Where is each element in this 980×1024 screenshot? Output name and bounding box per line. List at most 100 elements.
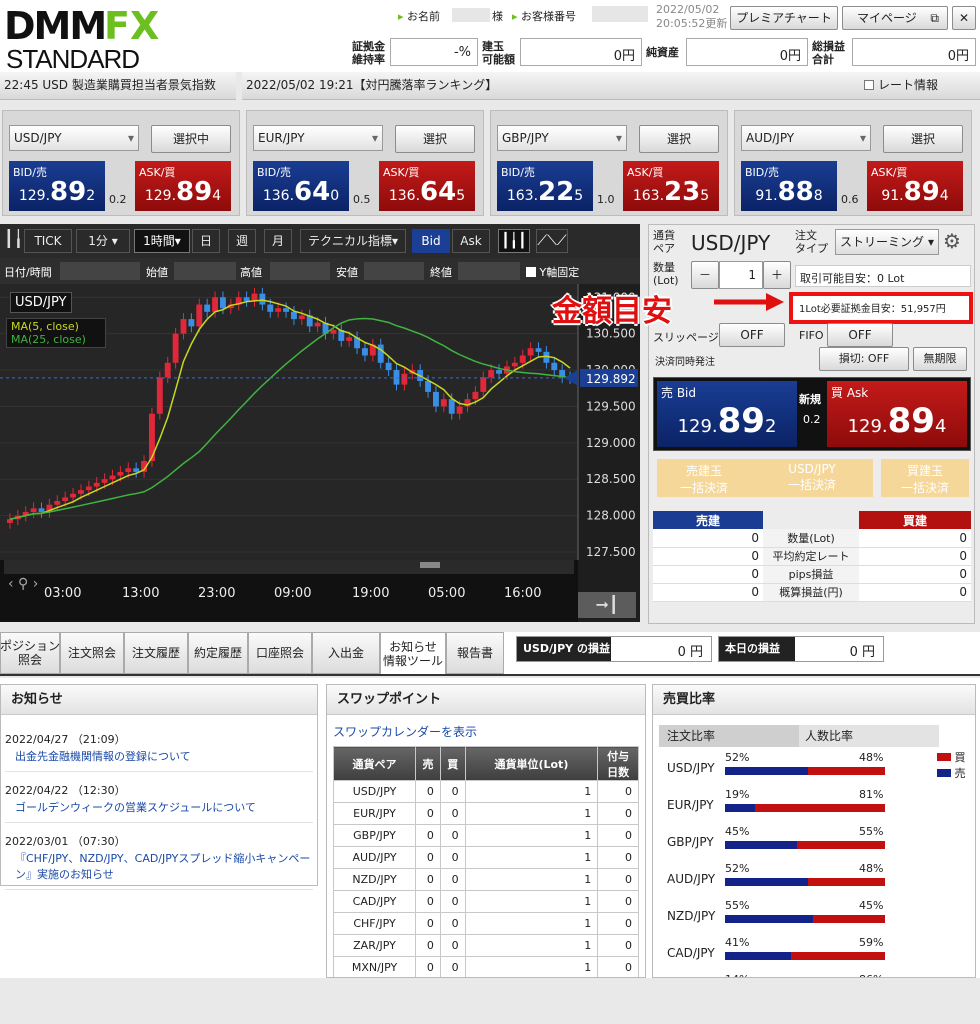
buy-ask-button[interactable]: 買 Ask 129.894	[827, 381, 967, 447]
minute-select[interactable]: 1分 ▾	[76, 229, 130, 253]
pair-bid-button[interactable]: BID/売 136.640	[253, 161, 349, 211]
week-button[interactable]: 週	[228, 229, 256, 253]
tab-item[interactable]: 注文照会	[60, 632, 124, 674]
pl-value: 0円	[852, 38, 976, 66]
pair-select[interactable]: GBP/JPY ▾	[497, 125, 627, 151]
logo-dmm: DMM	[4, 4, 107, 48]
swap-cell: 0	[597, 956, 639, 977]
swap-header: 通貨ペア	[332, 746, 417, 781]
news-ticker[interactable]: 22:45 USD 製造業購買担当者景気指数	[0, 72, 236, 100]
pair-bid-button[interactable]: BID/売 91.888	[741, 161, 837, 211]
mypage-button[interactable]: マイページ ⧉	[842, 6, 948, 30]
new-label: 新規	[799, 393, 821, 406]
swap-calendar-link[interactable]: スワップカレンダーを表示	[333, 723, 645, 740]
pair-select[interactable]: USD/JPY ▾	[9, 125, 139, 151]
scroll-end-button[interactable]: ➞┃	[578, 592, 636, 618]
tab-item[interactable]: 注文履歴	[124, 632, 188, 674]
notice-link[interactable]: ゴールデンウィークの営業スケジュールについて	[5, 798, 313, 816]
swap-cell: 1	[464, 868, 599, 891]
swap-cell: 1	[464, 802, 599, 825]
tick-button[interactable]: TICK	[24, 229, 72, 253]
open-label: 始値	[146, 266, 168, 279]
candle	[251, 293, 258, 301]
swap-cell: 0	[439, 824, 466, 847]
notice-link[interactable]: 出金先金融機関情報の登録について	[5, 747, 313, 765]
rate-info-toggle[interactable]: レート情報	[864, 72, 938, 98]
tab-item[interactable]: 口座照会	[248, 632, 312, 674]
day-button[interactable]: 日	[192, 229, 220, 253]
chart-legend: MA(5, close) MA(25, close)	[6, 318, 106, 348]
pair-ask-button[interactable]: ASK/買 136.645	[379, 161, 475, 211]
qty-minus-button[interactable]: －	[691, 261, 719, 289]
candle	[433, 391, 439, 407]
pair-select-button[interactable]: 選択	[395, 125, 475, 153]
tab-item[interactable]: 報告書	[446, 632, 504, 674]
candle	[448, 399, 455, 414]
fifo-toggle[interactable]: OFF	[827, 323, 893, 347]
hour-select[interactable]: 1時間▾	[134, 229, 190, 253]
tab-people-ratio[interactable]: 人数比率	[799, 725, 939, 747]
slippage-toggle[interactable]: OFF	[719, 323, 785, 347]
swap-row: AUD/JPY 0 0 1 0	[332, 846, 639, 869]
candle-icon[interactable]: ┃╽	[4, 229, 23, 248]
pair-bid-button[interactable]: BID/売 163.225	[497, 161, 593, 211]
close-sell-button[interactable]: 売建玉 一括決済	[657, 459, 751, 497]
candle	[527, 348, 534, 356]
tab-item[interactable]: 約定履歴	[188, 632, 248, 674]
close-buy-button[interactable]: 買建玉 一括決済	[881, 459, 969, 497]
pair-ask-button[interactable]: ASK/買 91.894	[867, 161, 963, 211]
pair-spread: 0.5	[353, 193, 371, 206]
y-tick-label: 128.000	[586, 509, 636, 523]
candle	[212, 297, 218, 312]
unlimited-button[interactable]: 無期限	[913, 347, 967, 371]
news-headline[interactable]: 2022/05/02 19:21【対円騰落率ランキング】 レート情報	[242, 72, 980, 100]
pair-select-button[interactable]: 選択	[639, 125, 719, 153]
tab-item[interactable]: ポジション 照会	[0, 632, 60, 674]
notice-link[interactable]: 『CHF/JPY、NZD/JPY、CAD/JPYスプレッド縮小キャンペーン』実施…	[5, 849, 313, 883]
current-price-label: 129.892	[586, 372, 636, 386]
swap-header: 通貨単位(Lot)	[464, 746, 599, 781]
candle-chart-button[interactable]: ┃╽┃	[498, 229, 530, 253]
today-pl-label: 本日の損益	[719, 637, 795, 661]
sell-bid-button[interactable]: 売 Bid 129.892	[657, 381, 797, 447]
month-button[interactable]: 月	[264, 229, 292, 253]
high-value	[270, 262, 330, 280]
pair-panel: EUR/JPY ▾ 選択 BID/売 136.640 0.5 ASK/買 136.64…	[246, 110, 484, 216]
technical-select[interactable]: テクニカル指標▾	[300, 229, 406, 253]
pair-select[interactable]: EUR/JPY ▾	[253, 125, 383, 151]
x-tick-label: 13:00	[122, 586, 159, 601]
pair-bid-button[interactable]: BID/売 129.892	[9, 161, 105, 211]
gear-icon[interactable]: ⚙	[943, 229, 961, 253]
close-button[interactable]: ✕	[952, 6, 976, 30]
datetime-value	[60, 262, 140, 280]
y-tick-label: 127.500	[586, 545, 636, 559]
pair-ask-button[interactable]: ASK/買 163.235	[623, 161, 719, 211]
tab-item[interactable]: お知らせ 情報ツール	[380, 632, 446, 674]
loss-cut-button[interactable]: 損切: OFF	[819, 347, 909, 371]
line-chart-button[interactable]: ⟋⟍⟋	[536, 229, 568, 253]
name-suffix: 様	[492, 10, 503, 23]
swap-cell: 0	[415, 912, 441, 935]
qty-plus-button[interactable]: ＋	[763, 261, 791, 289]
pair-select-button[interactable]: 選択	[883, 125, 963, 153]
pair-select-button[interactable]: 選択中	[151, 125, 231, 153]
candle	[377, 344, 384, 363]
ask-toggle[interactable]: Ask	[452, 229, 490, 253]
qty-input[interactable]: 1	[719, 261, 763, 289]
pair-panel: USD/JPY ▾ 選択中 BID/売 129.892 0.2 ASK/買 129.8…	[2, 110, 240, 216]
candle	[314, 322, 321, 327]
candle	[172, 333, 179, 363]
yfix-toggle[interactable]: Y軸固定	[526, 264, 579, 280]
swap-cell: AUD/JPY	[332, 846, 417, 869]
pair-select[interactable]: AUD/JPY ▾	[741, 125, 871, 151]
tab-order-ratio[interactable]: 注文比率	[659, 725, 799, 747]
order-type-select[interactable]: ストリーミング ▾	[835, 229, 939, 255]
tab-item[interactable]: 入出金	[312, 632, 380, 674]
zoom-icon: ‹ ⚲ ›	[8, 576, 38, 592]
pair-ask-button[interactable]: ASK/買 129.894	[135, 161, 231, 211]
premium-chart-button[interactable]: プレミアチャート	[730, 6, 838, 30]
ratio-sell-bar	[725, 915, 813, 923]
bid-toggle[interactable]: Bid	[412, 229, 450, 253]
close-pair-button[interactable]: USD/JPY 一括決済	[751, 459, 873, 497]
ratio-buy-bar	[813, 915, 885, 923]
